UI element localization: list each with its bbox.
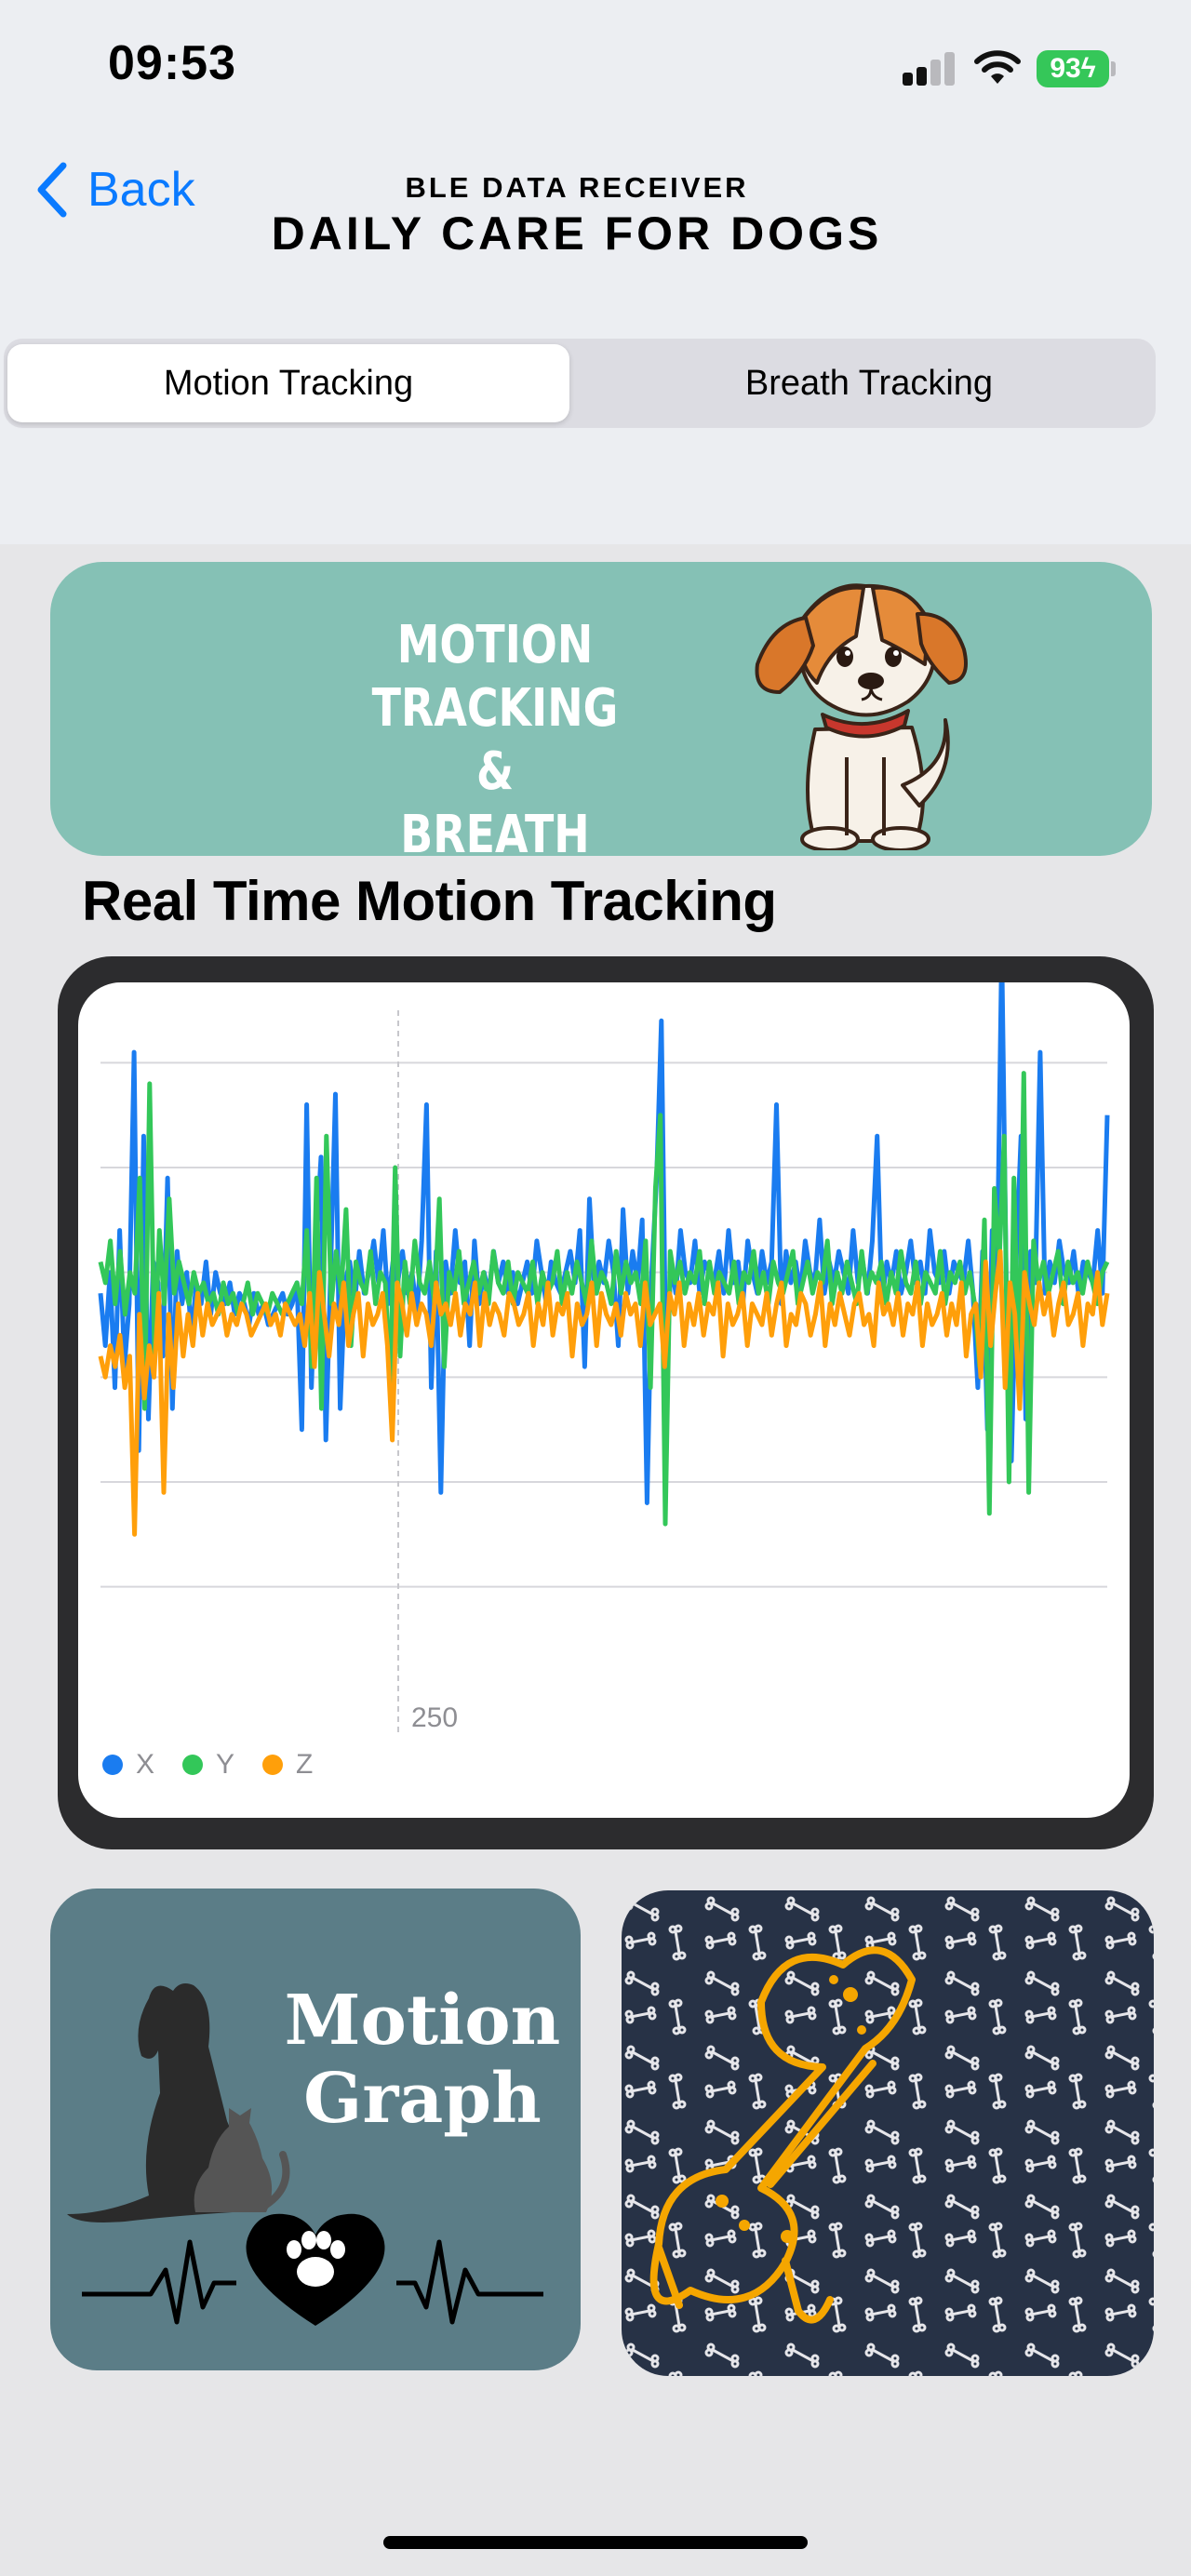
banner-line-1: MOTION TRACKING (371, 615, 619, 739)
segment-motion-tracking[interactable]: Motion Tracking (7, 344, 569, 422)
cellular-signal-icon (903, 52, 958, 86)
motion-chart-card: 250 X Y Z (78, 982, 1130, 1818)
legend-label-x: X (136, 1749, 155, 1780)
bone-icon (622, 1890, 1154, 2376)
legend-label-z: Z (296, 1749, 314, 1780)
wifi-icon (974, 50, 1021, 84)
series-line-x (98, 982, 1110, 1505)
motion-graph-line-1: Motion (284, 1981, 561, 2061)
charging-bolt-icon: ϟ (1080, 53, 1096, 84)
tracking-segmented-control: Motion Tracking Breath Tracking (4, 339, 1156, 428)
section-title: Real Time Motion Tracking (82, 870, 777, 932)
battery-icon: 93ϟ (1037, 50, 1109, 87)
legend-item-y: Y (182, 1749, 234, 1781)
battery-level: 93 (1050, 53, 1081, 84)
motion-graph-card[interactable]: Motion Graph (50, 1889, 581, 2370)
motion-line-chart: 250 (98, 982, 1110, 1736)
puppy-illustration (755, 583, 968, 850)
legend-dot-z (262, 1755, 284, 1775)
nav-title: DAILY CARE FOR DOGS (271, 207, 883, 260)
banner-text: MOTION TRACKING & BREATH TRACKING (283, 614, 707, 856)
legend-dot-x (102, 1755, 123, 1775)
x-tick-label: 250 (411, 1702, 458, 1733)
battery-nub (1111, 61, 1116, 76)
banner-line-3: BREATH TRACKING (400, 805, 590, 856)
hero-banner: MOTION TRACKING & BREATH TRACKING (50, 562, 1152, 856)
motion-graph-line-2: Graph (303, 2059, 542, 2139)
motion-graph-title: Motion Graph (274, 1982, 571, 2138)
nav-subtitle: BLE DATA RECEIVER (405, 171, 749, 204)
status-time: 09:53 (108, 36, 236, 90)
home-indicator (383, 2536, 808, 2549)
legend-dot-y (182, 1755, 204, 1775)
banner-line-2: & (475, 741, 515, 802)
bone-card[interactable] (622, 1890, 1154, 2376)
legend-item-x: X (102, 1749, 154, 1781)
chart-legend: X Y Z (102, 1749, 341, 1781)
legend-item-z: Z (262, 1749, 313, 1781)
legend-label-y: Y (216, 1749, 235, 1780)
segment-breath-tracking[interactable]: Breath Tracking (586, 344, 1152, 422)
